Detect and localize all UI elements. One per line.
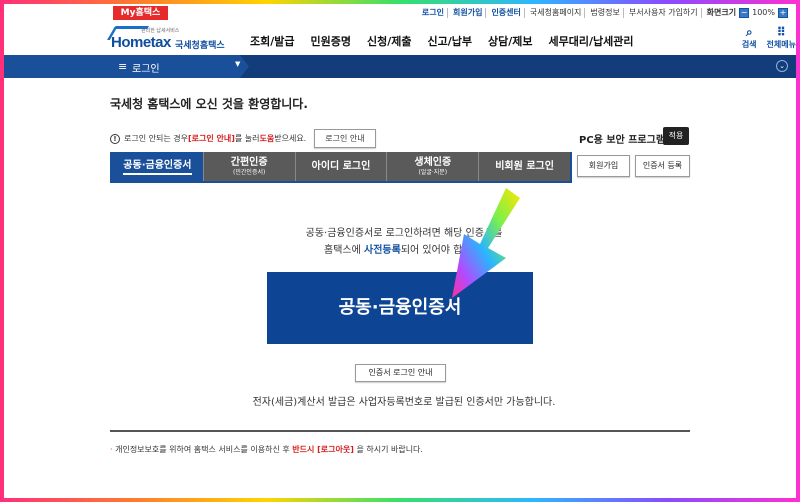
privacy-notice: · 개인정보보호를 위하여 홈택스 서비스를 이용하신 후 반드시 [로그아웃]… (110, 444, 423, 455)
menu-tax-agent[interactable]: 세무대리/납세관리 (540, 33, 641, 49)
grid-icon: ⠿ (776, 25, 786, 39)
screen-size-label: 화면크기 (706, 8, 737, 17)
main-menu: 조회/발급 민원증명 신청/제출 신고/납부 상담/제보 세무대리/납세관리 (242, 33, 641, 49)
tab-label: 생체인증 (414, 156, 452, 168)
my-hometax-button[interactable]: My홈택스 (113, 6, 168, 20)
hometax-logo[interactable]: 편리한 납세서비스 Hometax 국세청홈택스 (106, 26, 226, 54)
utility-links: 로그인 회원가입 인증센터 국세청홈페이지 법령정보 부서사용자 가입하기 화면… (419, 7, 788, 18)
privacy-post: 을 하시기 바랍니다. (356, 445, 423, 454)
tab-simple-auth[interactable]: 간편인증 (민간인증서) (202, 152, 295, 181)
caret-down-icon: ▼ (235, 60, 241, 68)
desc-line-2-post: 되어 있어야 합니다. (400, 245, 484, 256)
info-highlight: [로그인 안내] (187, 134, 235, 143)
login-help-notice: ! 로그인 안되는 경우 [로그인 안내] 를 눌러 도움 받으세요. 로그인 … (110, 129, 376, 148)
desc-line-2: 홈택스에 사전등록되어 있어야 합니다. (154, 242, 654, 259)
zoom-level: 100% (752, 8, 775, 17)
signup-link[interactable]: 회원가입 (450, 7, 487, 18)
tab-guest-login[interactable]: 비회원 로그인 (478, 152, 570, 181)
desc-line-2-pre: 홈택스에 (324, 245, 365, 256)
info-text-mid: 를 눌러 (234, 134, 260, 143)
menu-report[interactable]: 신고/납부 (419, 33, 480, 49)
tab-joint-financial-cert[interactable]: 공동·금융인증서 (112, 152, 203, 181)
screen-size-control: 화면크기 − 100% + (707, 7, 788, 18)
bullet-icon: · (110, 445, 113, 454)
login-guide-button[interactable]: 로그인 안내 (314, 129, 376, 148)
header: 편리한 납세서비스 Hometax 국세청홈택스 조회/발급 민원증명 신청/제… (4, 22, 796, 58)
cert-description: 공동·금융인증서로 로그인하려면 해당 인증서를 홈택스에 사전등록되어 있어야… (154, 225, 654, 259)
cert-center-link[interactable]: 인증센터 (488, 7, 525, 18)
page: My홈택스 로그인 회원가입 인증센터 국세청홈페이지 법령정보 부서사용자 가… (4, 4, 796, 498)
pc-security-label: PC용 보안 프로그램 (579, 135, 666, 146)
join-button[interactable]: 회원가입 (577, 155, 630, 177)
menu-consult[interactable]: 상담/제보 (480, 33, 541, 49)
all-menu-label: 전체메뉴 (766, 40, 796, 49)
info-text-pre: 로그인 안되는 경우 (124, 134, 188, 143)
menu-inquiry[interactable]: 조회/발급 (242, 33, 303, 49)
tab-label: 간편인증 (230, 156, 268, 168)
location-current: 로그인 (132, 64, 160, 75)
divider (110, 430, 690, 432)
search-label: 검색 (741, 40, 757, 49)
dept-user-signup-link[interactable]: 부서사용자 가입하기 (626, 7, 702, 18)
info-text-post: 받으세요. (274, 134, 307, 143)
zoom-in-icon[interactable]: + (778, 7, 788, 18)
tab-sublabel: (얼굴·지문) (418, 168, 448, 176)
chevron-down-icon[interactable]: ⌄ (776, 60, 788, 72)
hamburger-icon[interactable]: ≡ (118, 60, 127, 73)
law-info-link[interactable]: 법령정보 (587, 7, 624, 18)
utility-bar: My홈택스 로그인 회원가입 인증센터 국세청홈페이지 법령정보 부서사용자 가… (4, 4, 796, 22)
header-icons: ⌕ 검색 ⠿ 전체메뉴 (742, 25, 796, 50)
desc-pre-register: 사전등록 (364, 245, 401, 256)
privacy-pre: 개인정보보호를 위하여 홈택스 서비스를 이용하신 후 (115, 445, 293, 454)
menu-apply[interactable]: 신청/제출 (359, 33, 420, 49)
info-help: 도움 (259, 134, 275, 143)
pc-security-apply-button[interactable]: 적용 (663, 127, 689, 145)
logo-org: 국세청홈택스 (175, 41, 225, 51)
tab-biometric[interactable]: 생체인증 (얼굴·지문) (386, 152, 478, 181)
privacy-logout: 반드시 [로그아웃] (292, 445, 354, 454)
tab-label: 아이디 로그인 (311, 160, 371, 172)
exclamation-icon: ! (110, 133, 120, 144)
search-button[interactable]: ⌕ 검색 (742, 25, 757, 50)
tab-label: 비회원 로그인 (495, 160, 554, 172)
login-link[interactable]: 로그인 (419, 7, 448, 18)
desc-line-1: 공동·금융인증서로 로그인하려면 해당 인증서를 (305, 228, 503, 239)
cert-login-guide-button[interactable]: 인증서 로그인 안내 (355, 364, 446, 382)
tab-label: 공동·금융인증서 (123, 160, 192, 175)
logo-tagline: 편리한 납세서비스 (141, 28, 180, 34)
search-icon: ⌕ (745, 25, 753, 39)
logo-brand: Hometax (111, 34, 171, 51)
tab-sublabel: (민간인증서) (233, 168, 266, 176)
tax-invoice-note: 전자(세금)계산서 발급은 사업자등록번호로 발급된 인증서만 가능합니다. (252, 397, 556, 408)
joint-financial-cert-login-button[interactable]: 공동·금융인증서 (267, 272, 533, 344)
nts-homepage-link[interactable]: 국세청홈페이지 (527, 7, 586, 18)
menu-certificate[interactable]: 민원증명 (303, 33, 359, 49)
tab-id-login[interactable]: 아이디 로그인 (294, 152, 387, 181)
zoom-out-icon[interactable]: − (739, 7, 750, 18)
page-title: 국세청 홈택스에 오신 것을 환영합니다. (110, 97, 308, 111)
cert-register-button[interactable]: 인증서 등록 (635, 155, 690, 177)
all-menu-button[interactable]: ⠿ 전체메뉴 (767, 25, 796, 50)
login-tabs: 공동·금융인증서 간편인증 (민간인증서) 아이디 로그인 생체인증 (얼굴·지… (110, 152, 572, 183)
location-bar: ≡ 로그인 ▼ ⌄ (4, 55, 796, 78)
